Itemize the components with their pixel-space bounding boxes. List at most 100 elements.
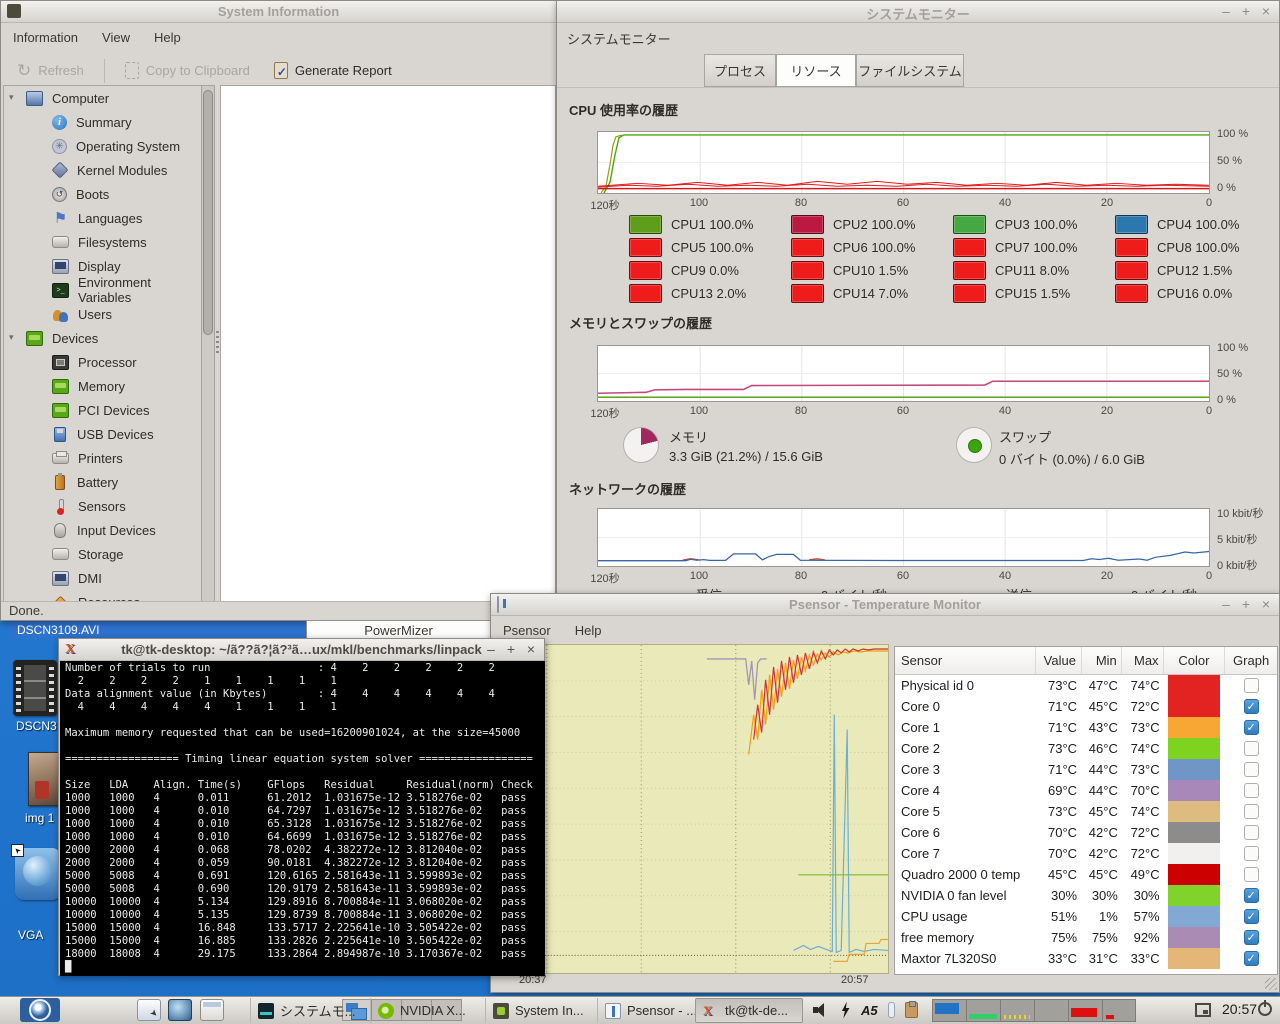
sysinfo-titlebar[interactable]: System Information [1,1,556,23]
color-swatch[interactable] [1168,780,1221,801]
graph-checkbox[interactable] [1243,888,1259,903]
color-swatch[interactable] [1168,759,1221,780]
load-monitor-applet[interactable] [1068,999,1102,1022]
graph-checkbox[interactable] [1243,825,1259,840]
color-swatch[interactable] [1168,738,1221,759]
sensor-row[interactable]: Maxtor 7L320S0 33°C 31°C 33°C [895,948,1277,969]
graph-checkbox[interactable] [1243,804,1259,819]
disk-monitor-applet[interactable] [1102,999,1136,1022]
copy-to-clipboard-button[interactable]: Copy to Clipboard [117,58,258,83]
desktop-selected-file-label[interactable]: DSCN3109.AVI [10,621,306,638]
maximize-button[interactable] [1241,3,1251,19]
sensor-row[interactable]: Core 5 73°C 45°C 74°C [895,801,1277,822]
resize-grip[interactable] [1265,978,1277,990]
tree-group-computer[interactable]: Computer [4,86,201,110]
sensor-row[interactable]: Core 7 70°C 42°C 72°C [895,843,1277,864]
col-min[interactable]: Min [1082,647,1122,674]
menu-view[interactable]: View [102,30,130,45]
show-desktop-button[interactable] [1195,1003,1211,1017]
graph-checkbox[interactable] [1243,867,1259,882]
graph-checkbox[interactable] [1243,951,1259,966]
menu-psensor[interactable]: Psensor [503,623,551,638]
tree-item-kernel-modules[interactable]: Kernel Modules [4,158,201,182]
minimize-button[interactable] [1221,3,1231,19]
graph-checkbox[interactable] [1243,783,1259,798]
sensor-row[interactable]: NVIDIA 0 fan level 30% 30% 30% [895,885,1277,906]
col-sensor[interactable]: Sensor [895,647,1037,674]
cpu-monitor-applet[interactable] [932,999,966,1022]
tab-processes[interactable]: プロセス [704,54,776,87]
temperature-tray-icon[interactable] [887,1002,895,1018]
tab-resources[interactable]: リソース [776,54,856,87]
close-button[interactable] [1261,596,1271,612]
menu-system-monitor[interactable]: システムモニター [567,29,671,48]
col-max[interactable]: Max [1122,647,1164,674]
desktop-file-image-label[interactable]: img 1 [25,811,54,825]
tree-item-processor[interactable]: Processor [4,350,201,374]
menu-help[interactable]: Help [575,623,602,638]
close-button[interactable] [526,641,536,657]
color-swatch[interactable] [1168,801,1221,822]
sensor-row[interactable]: Core 2 73°C 46°C 74°C [895,738,1277,759]
sensor-row[interactable]: Core 1 71°C 43°C 73°C [895,717,1277,738]
tree-item-pci-devices[interactable]: PCI Devices [4,398,201,422]
scrollbar-thumb[interactable] [203,90,213,335]
sensor-row[interactable]: Physical id 0 73°C 47°C 74°C [895,675,1277,696]
tree-scrollbar[interactable] [201,85,215,602]
tree-item-memory[interactable]: Memory [4,374,201,398]
minimize-button[interactable] [1221,596,1231,612]
volume-icon[interactable] [812,1002,830,1018]
tree-item-operating-system[interactable]: Operating System [4,134,201,158]
terminal-titlebar[interactable]: X tk@tk-desktop: ~/ã??ã?¦ã?³ã…ux/mkl/ben… [59,639,544,661]
taskbar-item-terminal[interactable]: Xtk@tk-de... [695,998,803,1023]
tree-item-storage[interactable]: Storage [4,542,201,566]
file-manager-icon[interactable] [137,999,161,1021]
col-value[interactable]: Value [1036,647,1082,674]
tree-item-users[interactable]: Users [4,302,201,326]
graph-checkbox[interactable] [1243,930,1259,945]
taskbar-item-system-information[interactable]: System In... [485,998,597,1023]
desktop-shortcut-vga-label[interactable]: VGA [18,928,43,942]
tree-item-filesystems[interactable]: Filesystems [4,230,201,254]
taskbar-item-system-monitor[interactable]: システムモ... [250,998,370,1023]
tree-item-summary[interactable]: Summary [4,110,201,134]
maximize-button[interactable] [506,641,516,657]
taskbar-clock[interactable]: 20:57 [1222,1001,1257,1017]
graph-checkbox[interactable] [1243,741,1259,756]
keyboard-layout-indicator[interactable]: A5 [861,1003,878,1018]
sysmon-titlebar[interactable]: システムモニター [557,1,1279,23]
tree-item-dmi[interactable]: DMI [4,566,201,590]
sensor-row[interactable]: Core 0 71°C 45°C 72°C [895,696,1277,717]
col-graph[interactable]: Graph [1225,647,1277,674]
memory-monitor-applet[interactable] [966,999,1000,1022]
taskbar-item-nvidia[interactable]: NVIDIA X... [370,998,485,1023]
tree-item-sensors[interactable]: Sensors [4,494,201,518]
tab-filesystems[interactable]: ファイルシステム [856,54,964,87]
tree-item-usb-devices[interactable]: USB Devices [4,422,201,446]
color-swatch[interactable] [1168,927,1221,948]
terminal-output[interactable]: Number of trials to run : 4 2 2 2 2 2 2 … [60,661,545,976]
sensor-row[interactable]: Core 6 70°C 42°C 72°C [895,822,1277,843]
tree-item-languages[interactable]: Languages [4,206,201,230]
graph-checkbox[interactable] [1243,762,1259,777]
sensor-row[interactable]: Core 3 71°C 44°C 73°C [895,759,1277,780]
menu-information[interactable]: Information [13,30,78,45]
color-swatch[interactable] [1168,885,1221,906]
graph-checkbox[interactable] [1243,909,1259,924]
color-swatch[interactable] [1168,906,1221,927]
color-swatch[interactable] [1168,864,1221,885]
clipboard-tray-icon[interactable] [904,1001,918,1018]
graph-checkbox[interactable] [1243,699,1259,714]
sensor-row[interactable]: CPU usage 51% 1% 57% [895,906,1277,927]
generate-report-button[interactable]: Generate Report [266,58,400,83]
power-manager-icon[interactable] [841,1001,850,1019]
color-swatch[interactable] [1168,696,1221,717]
refresh-button[interactable]: Refresh [9,59,92,82]
graph-checkbox[interactable] [1243,678,1259,693]
color-swatch[interactable] [1168,822,1221,843]
desktop-shortcut-vga-icon[interactable] [11,844,61,900]
minimize-button[interactable] [486,641,496,657]
desktop-file-video-label[interactable]: DSCN3 [16,719,57,733]
col-color[interactable]: Color [1164,647,1226,674]
graph-checkbox[interactable] [1243,846,1259,861]
